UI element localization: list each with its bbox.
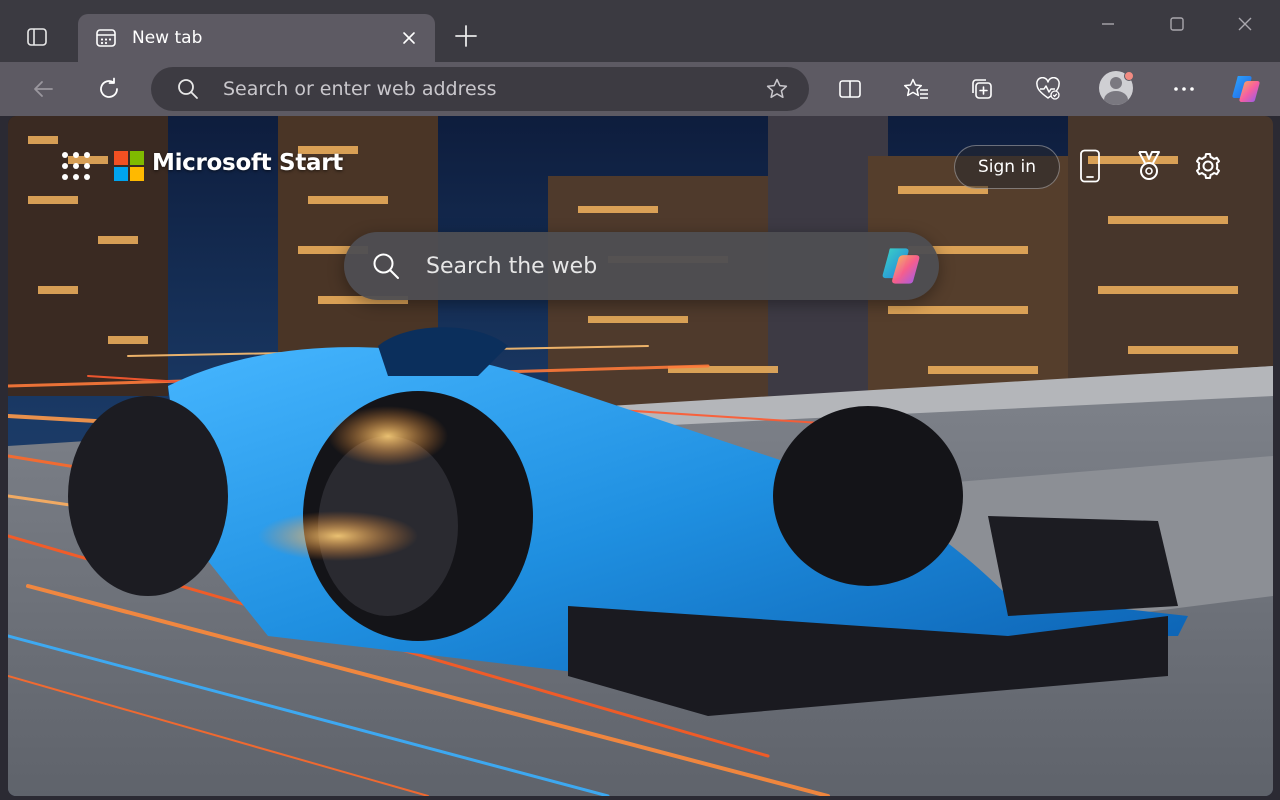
app-launcher-dot: [62, 174, 68, 180]
maximize-icon: [1170, 17, 1184, 31]
favorites-icon: [903, 78, 928, 99]
new-tab-button[interactable]: [446, 20, 486, 52]
logo-red-square: [114, 151, 128, 165]
browser-essentials-button[interactable]: [1028, 70, 1068, 108]
star-icon[interactable]: [765, 77, 789, 101]
minimize-icon: [1102, 23, 1114, 25]
new-tab-page: Microsoft Start Sign in: [8, 116, 1273, 796]
microsoft-logo[interactable]: [114, 151, 144, 181]
copilot-button[interactable]: [1226, 70, 1266, 108]
app-launcher-dot: [73, 174, 79, 180]
copilot-icon: [882, 248, 920, 284]
avatar-body: [1104, 91, 1128, 105]
more-dots-icon: [1174, 87, 1194, 91]
navigation-toolbar: [0, 62, 1280, 116]
tab-actions-menu-button[interactable]: [16, 20, 58, 54]
collections-icon: [972, 79, 992, 99]
app-launcher-dot: [84, 163, 90, 169]
back-arrow-icon: [34, 81, 53, 97]
app-launcher-button[interactable]: [60, 150, 92, 182]
copilot-icon: [1232, 76, 1260, 102]
refresh-icon: [100, 77, 118, 98]
web-search-input[interactable]: [426, 246, 877, 286]
close-tab-button[interactable]: [397, 26, 421, 50]
phone-icon: [1080, 149, 1100, 183]
rewards-button[interactable]: [1129, 146, 1169, 186]
logo-yellow-square: [130, 167, 144, 181]
tab-actions-icon: [27, 28, 47, 46]
gear-icon: [1196, 153, 1220, 179]
app-launcher-dot: [73, 163, 79, 169]
plus-icon: [455, 25, 477, 47]
logo-green-square: [130, 151, 144, 165]
address-bar[interactable]: [151, 67, 809, 111]
title-bar: New tab: [0, 0, 1280, 62]
sign-in-button[interactable]: Sign in: [954, 145, 1060, 189]
refresh-button[interactable]: [89, 70, 129, 108]
collections-button[interactable]: [962, 70, 1002, 108]
app-launcher-dot: [84, 174, 90, 180]
copilot-search-button[interactable]: [877, 242, 925, 290]
mobile-button[interactable]: [1070, 146, 1110, 186]
maximize-button[interactable]: [1154, 6, 1200, 42]
split-screen-button[interactable]: [830, 70, 870, 108]
search-icon: [178, 79, 198, 99]
logo-blue-square: [114, 167, 128, 181]
close-window-button[interactable]: [1222, 6, 1268, 42]
rewards-medal-icon: [1138, 151, 1160, 180]
new-tab-page-icon: [94, 26, 118, 50]
tab-new-tab[interactable]: New tab: [78, 14, 435, 62]
microsoft-start-brand[interactable]: Microsoft Start: [152, 150, 343, 176]
app-launcher-dot: [62, 152, 68, 158]
search-icon: [373, 253, 399, 279]
settings-and-more-button[interactable]: [1164, 70, 1204, 108]
address-input[interactable]: [223, 74, 765, 104]
background-image: [8, 116, 1273, 796]
app-launcher-dot: [84, 152, 90, 158]
app-launcher-dot: [73, 152, 79, 158]
web-search-box[interactable]: [344, 232, 939, 300]
split-screen-icon: [839, 80, 861, 98]
heart-pulse-icon: [1036, 77, 1060, 100]
minimize-button[interactable]: [1085, 6, 1131, 42]
profile-notification-dot: [1124, 71, 1134, 81]
back-button[interactable]: [23, 70, 63, 108]
settings-button[interactable]: [1188, 146, 1228, 186]
avatar-head: [1110, 77, 1122, 89]
favorites-button[interactable]: [896, 70, 936, 108]
close-icon: [1238, 17, 1252, 31]
app-launcher-dot: [62, 163, 68, 169]
tab-title: New tab: [132, 28, 203, 48]
close-icon: [403, 32, 415, 44]
